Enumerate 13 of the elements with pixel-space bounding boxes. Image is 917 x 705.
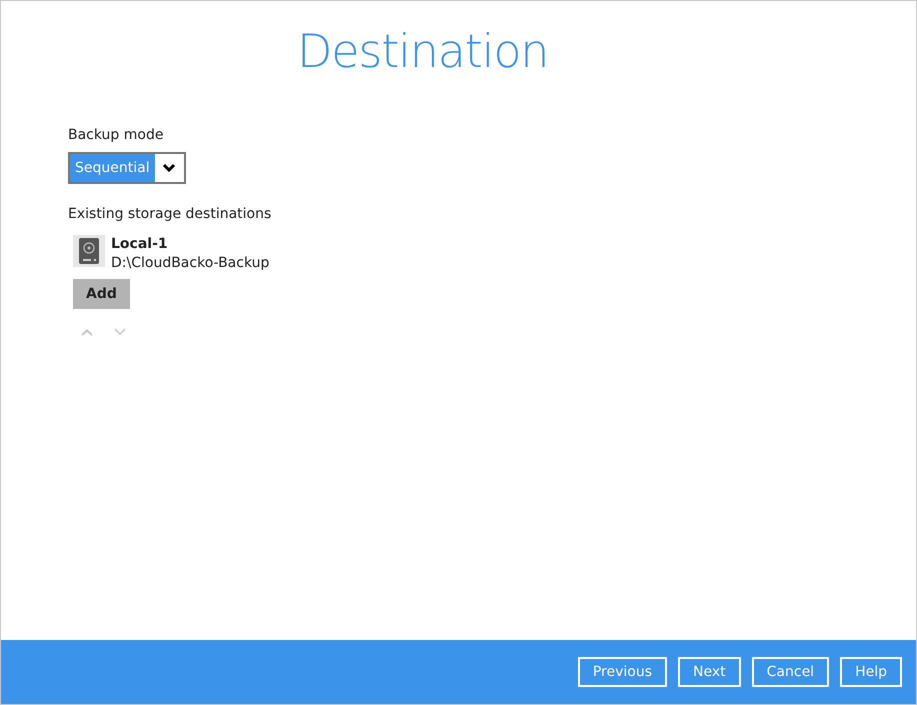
backup-mode-label: Backup mode	[68, 126, 164, 145]
destination-path: D:\CloudBacko-Backup	[111, 254, 270, 273]
footer-button[interactable]: Cancel	[752, 657, 830, 687]
page-title: Destination	[297, 22, 548, 80]
hard-drive-icon	[73, 235, 105, 267]
caret-icon	[163, 163, 176, 173]
footer-button[interactable]: Previous	[578, 657, 668, 687]
add-button[interactable]: Add	[73, 279, 130, 309]
destinations-label: Existing storage destinations	[68, 205, 272, 224]
footer-button[interactable]: Help	[840, 657, 902, 687]
destination-name: Local-1	[111, 235, 169, 254]
backup-mode-dropdown[interactable]: Sequential	[68, 152, 186, 184]
footer-button[interactable]: Next	[678, 657, 741, 687]
